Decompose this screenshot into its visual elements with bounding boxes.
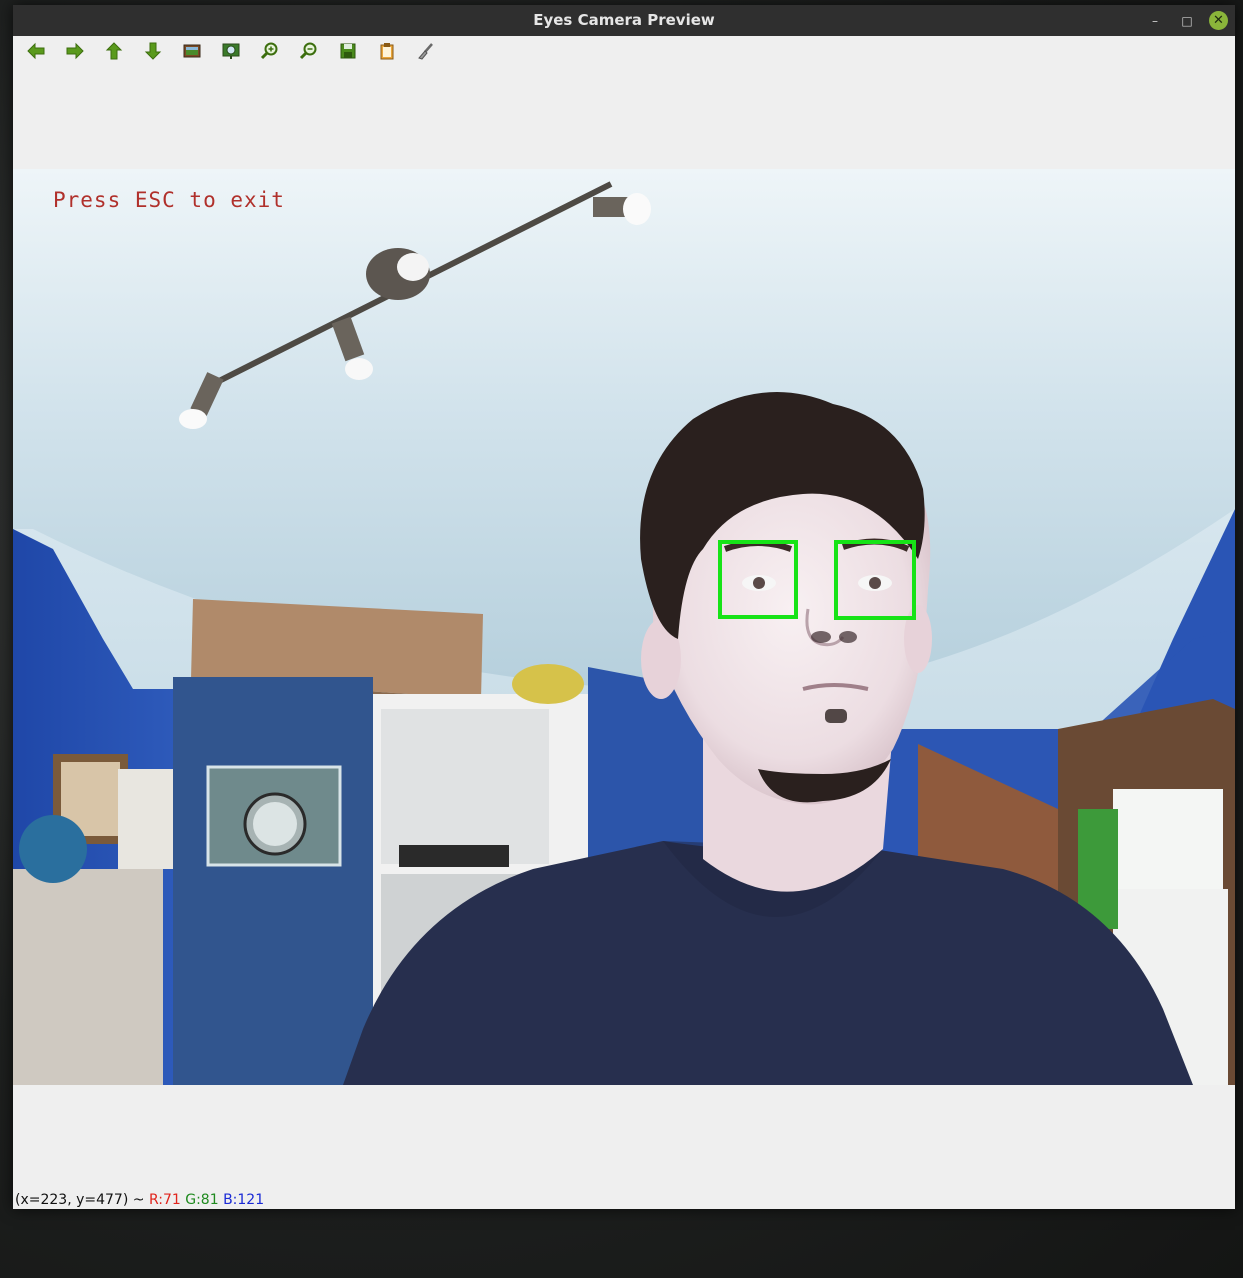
pixel-red-value: R:71 bbox=[148, 1192, 181, 1208]
copy-to-clipboard-button[interactable] bbox=[374, 40, 400, 62]
pixel-green-value: G:81 bbox=[185, 1192, 219, 1208]
close-button[interactable]: ✕ bbox=[1209, 11, 1228, 30]
brush-icon bbox=[418, 43, 433, 60]
pan-down-button[interactable] bbox=[140, 40, 166, 62]
image-icon bbox=[183, 44, 201, 58]
status-bar: (x=223, y=477) ~ R:71 G:81 B:121 bbox=[13, 1191, 1237, 1209]
left-eye-detection-box bbox=[718, 540, 798, 619]
right-eye-detection-box bbox=[834, 540, 916, 620]
clipboard-icon bbox=[380, 43, 394, 60]
arrow-left-icon bbox=[27, 42, 45, 60]
zoom-out-icon bbox=[299, 42, 317, 60]
save-icon bbox=[340, 43, 356, 59]
exit-hint-overlay: Press ESC to exit bbox=[53, 188, 285, 212]
camera-preview-canvas[interactable]: Press ESC to exit bbox=[13, 169, 1235, 1085]
title-bar[interactable]: Eyes Camera Preview – □ ✕ bbox=[13, 5, 1235, 36]
cursor-coordinates: (x=223, y=477) ~ bbox=[15, 1192, 149, 1208]
window-title: Eyes Camera Preview bbox=[533, 11, 715, 29]
zoom-fit-button[interactable] bbox=[218, 40, 244, 62]
maximize-button[interactable]: □ bbox=[1178, 12, 1196, 30]
zoom-out-button[interactable] bbox=[296, 40, 322, 62]
arrow-up-icon bbox=[105, 42, 123, 60]
zoom-original-button[interactable] bbox=[179, 40, 205, 62]
pixel-blue-value: B:121 bbox=[223, 1192, 265, 1208]
pan-up-button[interactable] bbox=[101, 40, 127, 62]
properties-button[interactable] bbox=[413, 40, 439, 62]
pan-left-button[interactable] bbox=[23, 40, 49, 62]
arrow-right-icon bbox=[66, 42, 84, 60]
arrow-down-icon bbox=[144, 42, 162, 60]
app-window: Eyes Camera Preview – □ ✕ Press ESC to e… bbox=[13, 5, 1235, 1209]
zoom-in-button[interactable] bbox=[257, 40, 283, 62]
save-button[interactable] bbox=[335, 40, 361, 62]
camera-frame-image bbox=[13, 169, 1235, 1085]
zoom-image-icon bbox=[222, 43, 240, 59]
toolbar bbox=[13, 36, 1235, 66]
zoom-in-icon bbox=[260, 42, 278, 60]
pan-right-button[interactable] bbox=[62, 40, 88, 62]
minimize-button[interactable]: – bbox=[1146, 12, 1164, 30]
